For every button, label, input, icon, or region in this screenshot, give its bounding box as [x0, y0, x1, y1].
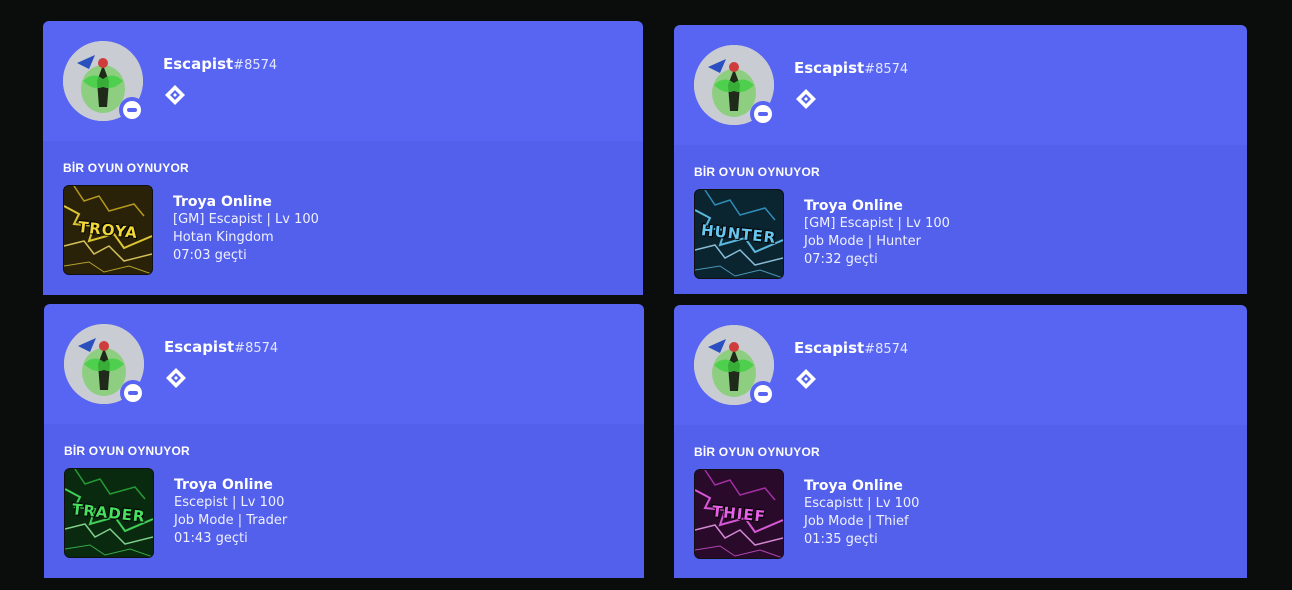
- status-indicator: [119, 97, 145, 123]
- activity-section-title: BİR OYUN OYNUYOR: [694, 165, 820, 179]
- game-name: Troya Online: [804, 198, 903, 214]
- status-indicator: [750, 101, 776, 127]
- game-art-image[interactable]: HUNTER: [694, 189, 784, 279]
- activity-section: BİR OYUN OYNUYOR THIEF Troya Online Esca…: [674, 425, 1247, 578]
- dnd-status-icon: [124, 384, 142, 402]
- game-art-image[interactable]: TROYA: [63, 185, 153, 275]
- username-text: Escapist: [164, 338, 235, 356]
- game-name: Troya Online: [173, 194, 272, 210]
- activity-section-title: BİR OYUN OYNUYOR: [64, 444, 190, 458]
- profile-header: Escapist#8574: [674, 25, 1247, 145]
- profile-card-0: Escapist#8574 BİR OYUN OYNUYOR TROYA Tro…: [43, 21, 643, 295]
- game-detail-line-2: Job Mode | Thief: [804, 514, 909, 529]
- game-name: Troya Online: [804, 478, 903, 494]
- dnd-status-icon: [754, 105, 772, 123]
- game-detail-line-2: Job Mode | Hunter: [804, 234, 921, 249]
- discriminator: #8574: [233, 58, 278, 73]
- discriminator: #8574: [864, 62, 909, 77]
- activity-section: BİR OYUN OYNUYOR HUNTER Troya Online [GM…: [674, 145, 1247, 294]
- username[interactable]: Escapist#8574: [164, 338, 278, 356]
- hypesquad-badge-icon[interactable]: [163, 83, 187, 111]
- game-detail-line-1: [GM] Escapist | Lv 100: [804, 216, 950, 231]
- hypesquad-badge-icon[interactable]: [794, 367, 818, 395]
- username-text: Escapist: [794, 339, 865, 357]
- game-detail-line-2: Hotan Kingdom: [173, 230, 274, 245]
- activity-section-title: BİR OYUN OYNUYOR: [63, 161, 189, 175]
- profile-header: Escapist#8574: [44, 304, 644, 424]
- dnd-status-icon: [754, 385, 772, 403]
- game-details: Troya Online [GM] Escapist | Lv 100 Hota…: [173, 193, 319, 265]
- game-elapsed-time: 01:43 geçti: [174, 531, 248, 546]
- profile-card-3: Escapist#8574 BİR OYUN OYNUYOR THIEF Tro…: [674, 305, 1247, 578]
- game-name: Troya Online: [174, 477, 273, 493]
- avatar[interactable]: [64, 324, 146, 406]
- game-detail-line-2: Job Mode | Trader: [174, 513, 288, 528]
- game-art-image[interactable]: TRADER: [64, 468, 154, 558]
- game-elapsed-time: 01:35 geçti: [804, 532, 878, 547]
- username[interactable]: Escapist#8574: [794, 59, 908, 77]
- game-detail-line-1: Escapistt | Lv 100: [804, 496, 920, 511]
- game-details: Troya Online Escapistt | Lv 100 Job Mode…: [804, 477, 919, 549]
- dnd-status-icon: [123, 101, 141, 119]
- hypesquad-badge-icon[interactable]: [794, 87, 818, 115]
- status-indicator: [750, 381, 776, 407]
- avatar[interactable]: [694, 325, 776, 407]
- avatar[interactable]: [63, 41, 145, 123]
- game-detail-line-1: [GM] Escapist | Lv 100: [173, 212, 319, 227]
- activity-section: BİR OYUN OYNUYOR TRADER Troya Online Esc…: [44, 424, 644, 578]
- username-text: Escapist: [163, 55, 234, 73]
- username[interactable]: Escapist#8574: [794, 339, 908, 357]
- username[interactable]: Escapist#8574: [163, 55, 277, 73]
- activity-section: BİR OYUN OYNUYOR TROYA Troya Online [GM]…: [43, 141, 643, 295]
- game-details: Troya Online Escepist | Lv 100 Job Mode …: [174, 476, 287, 548]
- activity-section-title: BİR OYUN OYNUYOR: [694, 445, 820, 459]
- game-details: Troya Online [GM] Escapist | Lv 100 Job …: [804, 197, 950, 269]
- discriminator: #8574: [864, 342, 909, 357]
- game-elapsed-time: 07:32 geçti: [804, 252, 878, 267]
- discriminator: #8574: [234, 341, 279, 356]
- hypesquad-badge-icon[interactable]: [164, 366, 188, 394]
- game-art-image[interactable]: THIEF: [694, 469, 784, 559]
- status-indicator: [120, 380, 146, 406]
- profile-header: Escapist#8574: [43, 21, 643, 141]
- profile-card-2: Escapist#8574 BİR OYUN OYNUYOR TRADER Tr…: [44, 304, 644, 578]
- avatar[interactable]: [694, 45, 776, 127]
- game-elapsed-time: 07:03 geçti: [173, 248, 247, 263]
- profile-header: Escapist#8574: [674, 305, 1247, 425]
- game-detail-line-1: Escepist | Lv 100: [174, 495, 285, 510]
- profile-card-1: Escapist#8574 BİR OYUN OYNUYOR HUNTER Tr…: [674, 25, 1247, 294]
- username-text: Escapist: [794, 59, 865, 77]
